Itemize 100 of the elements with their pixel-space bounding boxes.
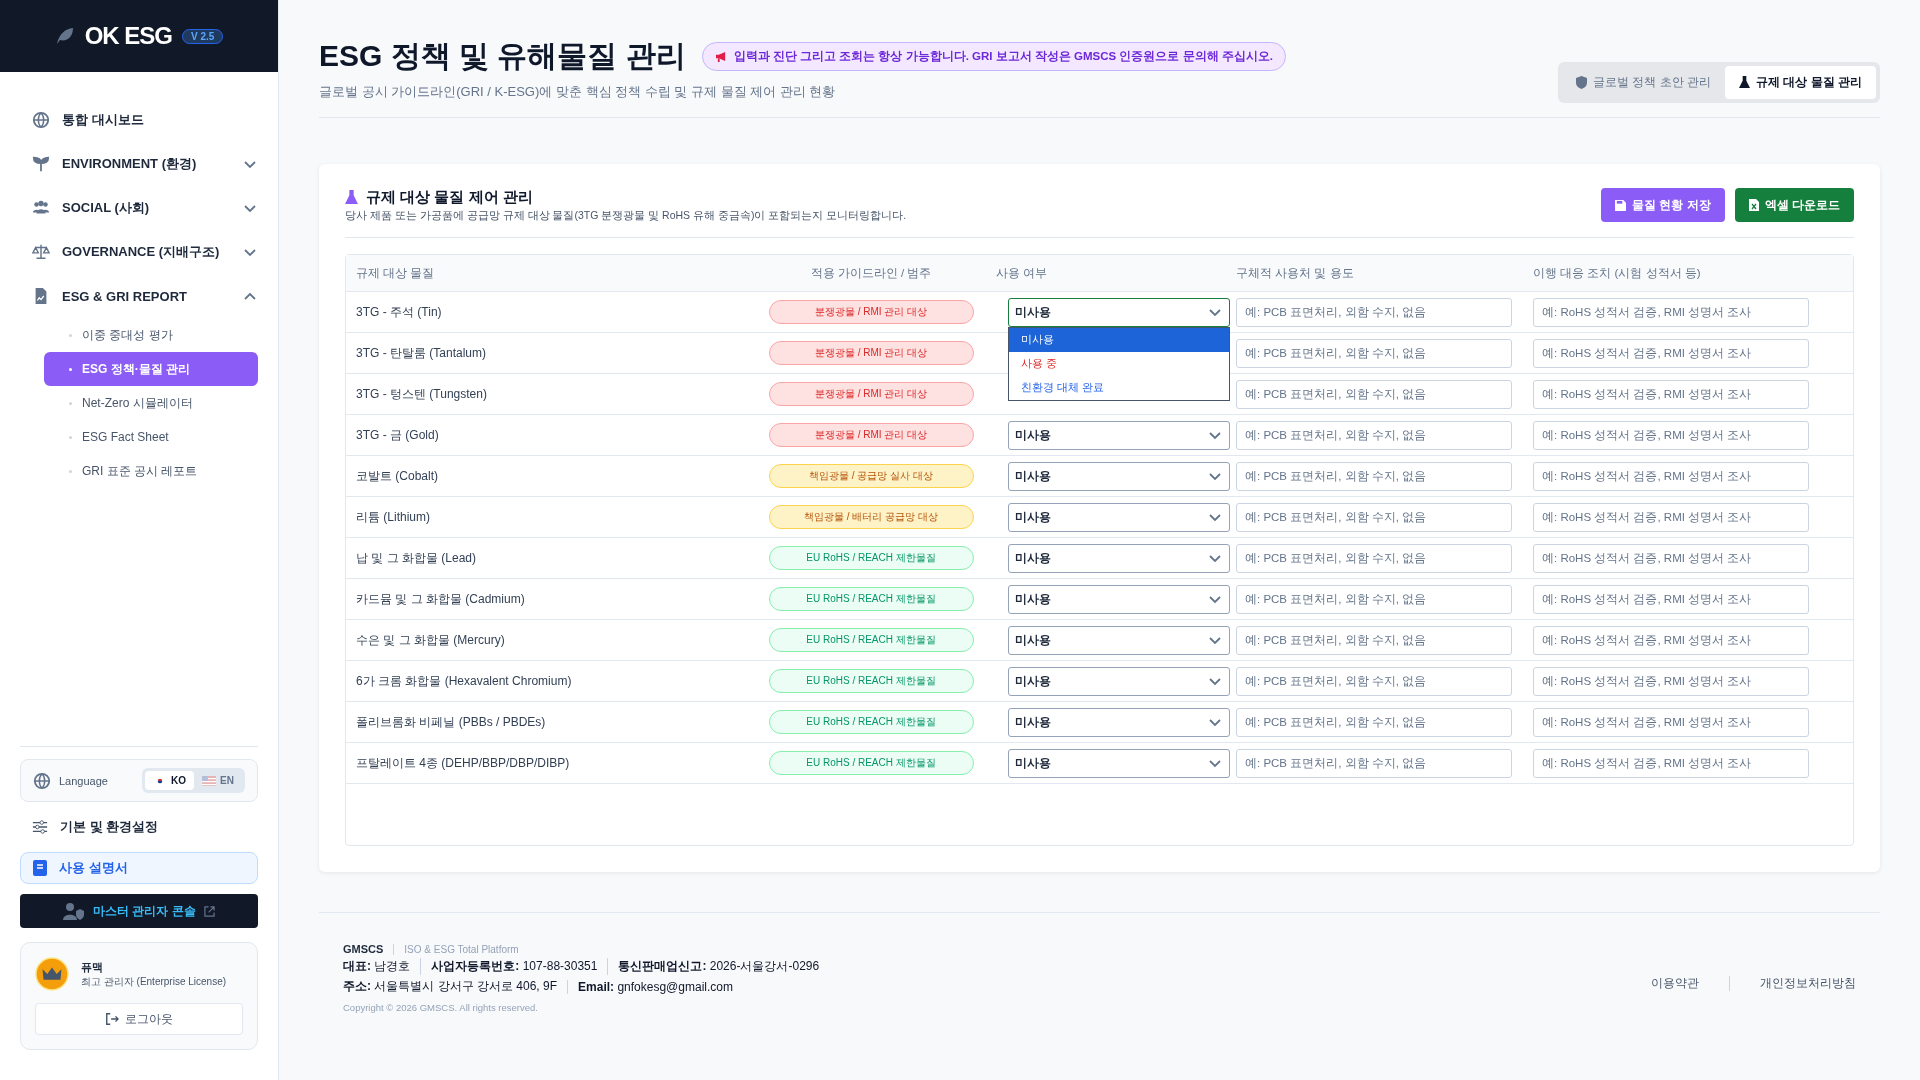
usage-detail-field[interactable]: 예: PCB 표면처리, 외함 수지, 없음 (1236, 420, 1512, 450)
logout-button[interactable]: 로그아웃 (35, 1003, 243, 1035)
usage-select[interactable]: 미사용 (1008, 420, 1230, 450)
logout-icon (105, 1012, 119, 1026)
usage-select[interactable]: 미사용 (1008, 748, 1230, 778)
sliders-icon (32, 819, 48, 835)
table-cell-text: 코발트 (Cobalt) (356, 467, 439, 485)
action-field[interactable]: 예: RoHS 성적서 검증, RMI 성명서 조사 (1533, 543, 1809, 573)
tab[interactable]: 규제 대상 물질 관리 (1725, 66, 1876, 99)
footer-company: GMSCS (343, 943, 384, 955)
category-tag: EU RoHS / REACH 제한물질 (768, 587, 974, 611)
external-link-icon (203, 905, 215, 917)
usage-select[interactable]: 미사용 (1008, 625, 1230, 655)
usage-detail-field[interactable]: 예: PCB 표면처리, 외함 수지, 없음 (1236, 461, 1512, 491)
card-title: 규제 대상 물질 제어 관리 (366, 188, 533, 207)
usage-select[interactable]: 미사용 (1008, 666, 1230, 696)
column-header: 이행 대응 조치 (시험 성적서 등) (1533, 265, 1702, 281)
action-field[interactable]: 예: RoHS 성적서 검증, RMI 성명서 조사 (1533, 338, 1809, 368)
admin-console-button[interactable]: 마스터 관리자 콘솔 (20, 894, 258, 928)
usage-detail-field[interactable]: 예: PCB 표면처리, 외함 수지, 없음 (1236, 502, 1512, 532)
dropdown-option[interactable]: 친환경 대체 완료 (1009, 375, 1229, 400)
table-cell-text: 6가 크롬 화합물 (Hexavalent Chromium) (356, 672, 573, 690)
scale-icon (32, 243, 50, 261)
footer-link[interactable]: 개인정보처리방침 (1729, 976, 1856, 991)
usage-detail-field[interactable]: 예: PCB 표면처리, 외함 수지, 없음 (1236, 338, 1512, 368)
nav-item[interactable]: ENVIRONMENT (환경) (32, 142, 258, 186)
user-shield-icon (63, 902, 86, 920)
footer-info: Email: gnfokesg@gmail.com (567, 979, 733, 994)
nav-item[interactable]: 통합 대시보드 (32, 98, 258, 142)
footer-info: 사업자등록번호: 107-88-30351 (420, 958, 598, 975)
user-name: 퓨맥 (81, 959, 104, 975)
dropdown-option[interactable]: 미사용 (1009, 327, 1229, 352)
action-field[interactable]: 예: RoHS 성적서 검증, RMI 성명서 조사 (1533, 420, 1809, 450)
action-field[interactable]: 예: RoHS 성적서 검증, RMI 성명서 조사 (1533, 379, 1809, 409)
footer-info: 주소: 서울특별시 강서구 강서로 406, 9F (343, 978, 558, 995)
usage-select[interactable]: 미사용 (1008, 584, 1230, 614)
dropdown-option[interactable]: 사용 중 (1009, 351, 1229, 376)
action-field[interactable]: 예: RoHS 성적서 검증, RMI 성명서 조사 (1533, 707, 1809, 737)
nav-subitem[interactable]: 이중 중대성 평가 (44, 318, 258, 352)
category-tag: 분쟁광물 / RMI 관리 대상 (768, 341, 974, 365)
usage-select[interactable]: 미사용 (1008, 461, 1230, 491)
usage-detail-field[interactable]: 예: PCB 표면처리, 외함 수지, 없음 (1236, 584, 1512, 614)
excel-download-button[interactable]: 엑셀 다운로드 (1734, 188, 1854, 222)
nav-subitem[interactable]: ESG 정책·물질 관리 (44, 352, 258, 386)
card-description: 당사 제품 또는 가공품에 공급망 규제 대상 물질(3TG 분쟁광물 및 RoHS 유해 중금속)이 포함되는지 모니터링합니다. (345, 209, 908, 223)
usage-select[interactable]: 미사용 (1008, 543, 1230, 573)
action-field[interactable]: 예: RoHS 성적서 검증, RMI 성명서 조사 (1533, 666, 1809, 696)
copyright: Copyright © 2026 GMSCS. All rights reserved. (343, 1002, 539, 1013)
column-header: 적용 가이드라인 / 범주 (809, 265, 933, 281)
action-field[interactable]: 예: RoHS 성적서 검증, RMI 성명서 조사 (1533, 502, 1809, 532)
sprout-icon (32, 155, 50, 173)
settings-item[interactable]: 기본 및 환경설정 (20, 812, 258, 842)
usage-select[interactable]: 미사용 (1008, 707, 1230, 737)
save-button[interactable]: 물질 현황 저장 (1601, 188, 1725, 222)
tab[interactable]: 글로벌 정책 초안 관리 (1561, 66, 1725, 99)
manual-item[interactable]: 사용 설명서 (20, 852, 258, 884)
category-tag: EU RoHS / REACH 제한물질 (768, 751, 974, 775)
language-option[interactable]: KO (145, 771, 195, 790)
category-tag: EU RoHS / REACH 제한물질 (768, 710, 974, 734)
usage-detail-field[interactable]: 예: PCB 표면처리, 외함 수지, 없음 (1236, 666, 1512, 696)
action-field[interactable]: 예: RoHS 성적서 검증, RMI 성명서 조사 (1533, 584, 1809, 614)
footer-tagline: ISO & ESG Total Platform (393, 943, 519, 955)
book-icon (33, 860, 47, 876)
category-tag: 분쟁광물 / RMI 관리 대상 (768, 423, 974, 447)
nav-subitem[interactable]: GRI 표준 공시 레포트 (44, 454, 258, 488)
language-option[interactable]: EN (194, 771, 242, 790)
nav-item[interactable]: ESG & GRI REPORT (32, 274, 258, 318)
usage-detail-field[interactable]: 예: PCB 표면처리, 외함 수지, 없음 (1236, 379, 1512, 409)
nav-subitem[interactable]: ESG Fact Sheet (44, 420, 258, 454)
megaphone-icon (714, 51, 728, 62)
usage-detail-field[interactable]: 예: PCB 표면처리, 외함 수지, 없음 (1236, 543, 1512, 573)
user-role: 최고 관리자 (Enterprise License) (81, 974, 227, 989)
usage-detail-field[interactable]: 예: PCB 표면처리, 외함 수지, 없음 (1236, 748, 1512, 778)
nav-subitem[interactable]: Net-Zero 시뮬레이터 (44, 386, 258, 420)
footer-link[interactable]: 이용약관 (1651, 976, 1699, 991)
usage-detail-field[interactable]: 예: PCB 표면처리, 외함 수지, 없음 (1236, 297, 1512, 327)
usage-select[interactable]: 미사용 (1008, 502, 1230, 532)
action-field[interactable]: 예: RoHS 성적서 검증, RMI 성명서 조사 (1533, 297, 1809, 327)
usage-detail-field[interactable]: 예: PCB 표면처리, 외함 수지, 없음 (1236, 625, 1512, 655)
action-field[interactable]: 예: RoHS 성적서 검증, RMI 성명서 조사 (1533, 625, 1809, 655)
nav-item[interactable]: GOVERNANCE (지배구조) (32, 230, 258, 274)
flask-icon (1739, 76, 1750, 89)
spreadsheet-icon (1748, 199, 1759, 211)
globe-icon (32, 111, 50, 129)
category-tag: 책임광물 / 배터리 공급망 대상 (768, 505, 974, 529)
category-tag: EU RoHS / REACH 제한물질 (768, 669, 974, 693)
usage-detail-field[interactable]: 예: PCB 표면처리, 외함 수지, 없음 (1236, 707, 1512, 737)
column-header: 구체적 사용처 및 용도 (1236, 265, 1355, 281)
page-title: ESG 정책 및 유해물질 관리 (319, 38, 686, 74)
column-header: 규제 대상 물질 (356, 265, 436, 281)
action-field[interactable]: 예: RoHS 성적서 검증, RMI 성명서 조사 (1533, 461, 1809, 491)
action-field[interactable]: 예: RoHS 성적서 검증, RMI 성명서 조사 (1533, 748, 1809, 778)
category-tag: 분쟁광물 / RMI 관리 대상 (768, 300, 974, 324)
usage-select[interactable]: 미사용 (1008, 297, 1230, 327)
table-cell-text: 카드뮴 및 그 화합물 (Cadmium) (356, 590, 526, 608)
category-tag: 분쟁광물 / RMI 관리 대상 (768, 382, 974, 406)
version-badge: V 2.5 (182, 28, 224, 44)
nav-item[interactable]: SOCIAL (사회) (32, 186, 258, 230)
table-cell-text: 폴리브롬화 비페닐 (PBBs / PBDEs) (356, 713, 547, 731)
table-cell-text: 3TG - 주석 (Tin) (356, 303, 443, 321)
